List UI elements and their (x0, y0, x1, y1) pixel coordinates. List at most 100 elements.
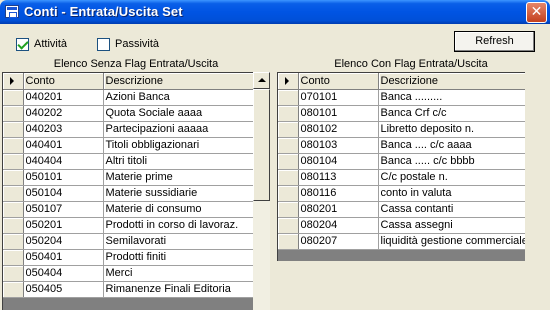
row-selector[interactable] (3, 153, 24, 170)
conto-cell[interactable]: 050107 (23, 201, 104, 218)
table-row[interactable]: 080207 liquidità gestione commerciale (278, 233, 525, 250)
attivita-checkbox[interactable]: Attività (16, 37, 67, 51)
conto-cell[interactable]: 050104 (23, 185, 104, 202)
table-row[interactable]: 050401 Prodotti finiti (3, 249, 253, 266)
conto-cell[interactable]: 050204 (23, 233, 104, 250)
conto-cell[interactable]: 040203 (23, 121, 104, 138)
descrizione-cell[interactable]: Azioni Banca (103, 89, 253, 106)
conto-cell[interactable]: 050101 (23, 169, 104, 186)
conto-cell[interactable]: 080101 (298, 105, 379, 122)
descrizione-cell[interactable]: Titoli obbligazionari (103, 137, 253, 154)
table-row[interactable]: 050107 Materie di consumo (3, 201, 253, 218)
descrizione-cell[interactable]: Materie di consumo (103, 201, 253, 218)
table-row[interactable]: 080104 Banca ..... c/c bbbb (278, 153, 525, 170)
left-grid[interactable]: Conto Descrizione 040201 Azioni Banca 0402… (2, 72, 253, 310)
table-row[interactable]: 080113 C/c postale n. (278, 169, 525, 186)
descrizione-cell[interactable]: Quota Sociale aaaa (103, 105, 253, 122)
descrizione-cell[interactable]: Libretto deposito n. (378, 121, 525, 138)
conto-cell[interactable]: 080116 (298, 185, 379, 202)
table-row[interactable]: 040401 Titoli obbligazionari (3, 137, 253, 154)
row-selector[interactable] (278, 121, 299, 138)
descrizione-cell[interactable]: Materie sussidiarie (103, 185, 253, 202)
attivita-checkbox-box[interactable] (16, 37, 29, 51)
conto-cell[interactable]: 070101 (298, 89, 379, 106)
descrizione-cell[interactable]: Cassa contanti (378, 201, 525, 218)
close-button[interactable]: ✕ (526, 2, 547, 23)
descrizione-cell[interactable]: Altri titoli (103, 153, 253, 170)
conto-cell[interactable]: 080207 (298, 233, 379, 250)
right-grid[interactable]: Conto Descrizione 070101 Banca ......... 0… (277, 72, 525, 261)
descrizione-cell[interactable]: C/c postale n. (378, 169, 525, 186)
descrizione-cell[interactable]: Banca ......... (378, 89, 525, 106)
row-selector[interactable] (3, 137, 24, 154)
row-selector[interactable] (3, 217, 24, 234)
row-selector[interactable] (278, 217, 299, 234)
conto-cell[interactable]: 080103 (298, 137, 379, 154)
row-selector[interactable] (278, 233, 299, 250)
row-selector[interactable] (3, 169, 24, 186)
descrizione-cell[interactable]: liquidità gestione commerciale (378, 233, 525, 250)
table-row[interactable]: 050404 Merci (3, 265, 253, 282)
column-header-descrizione[interactable]: Descrizione (378, 73, 525, 90)
descrizione-cell[interactable]: Semilavorati (103, 233, 253, 250)
conto-cell[interactable]: 050405 (23, 281, 104, 298)
table-row[interactable]: 080201 Cassa contanti (278, 201, 525, 218)
row-selector[interactable] (3, 249, 24, 266)
conto-cell[interactable]: 080204 (298, 217, 379, 234)
title-bar[interactable]: Conti - Entrata/Uscita Set ✕ (0, 0, 550, 24)
descrizione-cell[interactable]: Partecipazioni aaaaa (103, 121, 253, 138)
row-selector[interactable] (3, 121, 24, 138)
passivita-checkbox[interactable]: Passività (97, 37, 159, 51)
conto-cell[interactable]: 050404 (23, 265, 104, 282)
row-selector[interactable] (3, 281, 24, 298)
column-header-conto[interactable]: Conto (298, 73, 379, 90)
conto-cell[interactable]: 040202 (23, 105, 104, 122)
table-row[interactable]: 050101 Materie prime (3, 169, 253, 186)
scroll-thumb[interactable] (253, 89, 270, 201)
descrizione-cell[interactable]: Merci (103, 265, 253, 282)
descrizione-cell[interactable]: Banca Crf c/c (378, 105, 525, 122)
table-row[interactable]: 070101 Banca ......... (278, 89, 525, 106)
conto-cell[interactable]: 080201 (298, 201, 379, 218)
descrizione-cell[interactable]: Banca ..... c/c bbbb (378, 153, 525, 170)
scroll-up-arrow-icon[interactable] (253, 72, 270, 89)
row-selector[interactable] (278, 153, 299, 170)
table-row[interactable]: 050204 Semilavorati (3, 233, 253, 250)
row-selector[interactable] (278, 105, 299, 122)
table-row[interactable]: 050104 Materie sussidiarie (3, 185, 253, 202)
conto-cell[interactable]: 040401 (23, 137, 104, 154)
table-row[interactable]: 080103 Banca .... c/c aaaa (278, 137, 525, 154)
row-selector[interactable] (278, 185, 299, 202)
descrizione-cell[interactable]: Cassa assegni (378, 217, 525, 234)
table-row[interactable]: 040203 Partecipazioni aaaaa (3, 121, 253, 138)
column-header-conto[interactable]: Conto (23, 73, 104, 90)
row-selector[interactable] (3, 265, 24, 282)
descrizione-cell[interactable]: Banca .... c/c aaaa (378, 137, 525, 154)
table-row[interactable]: 040202 Quota Sociale aaaa (3, 105, 253, 122)
conto-cell[interactable]: 080113 (298, 169, 379, 186)
table-row[interactable]: 080102 Libretto deposito n. (278, 121, 525, 138)
row-selector[interactable] (3, 185, 24, 202)
table-row[interactable]: 080204 Cassa assegni (278, 217, 525, 234)
row-selector[interactable] (3, 105, 24, 122)
refresh-button[interactable]: Refresh (454, 31, 535, 52)
descrizione-cell[interactable]: Prodotti finiti (103, 249, 253, 266)
row-selector[interactable] (3, 201, 24, 218)
conto-cell[interactable]: 040201 (23, 89, 104, 106)
table-row[interactable]: 080116 conto in valuta (278, 185, 525, 202)
passivita-checkbox-box[interactable] (97, 37, 110, 51)
column-header-descrizione[interactable]: Descrizione (103, 73, 253, 90)
row-selector[interactable] (3, 89, 24, 106)
row-selector[interactable] (278, 201, 299, 218)
conto-cell[interactable]: 050201 (23, 217, 104, 234)
row-selector[interactable] (3, 233, 24, 250)
descrizione-cell[interactable]: Rimanenze Finali Editoria (103, 281, 253, 298)
descrizione-cell[interactable]: Prodotti in corso di lavoraz. (103, 217, 253, 234)
left-grid-scrollbar[interactable] (253, 72, 270, 310)
row-selector[interactable] (278, 89, 299, 106)
conto-cell[interactable]: 080102 (298, 121, 379, 138)
conto-cell[interactable]: 050401 (23, 249, 104, 266)
table-row[interactable]: 040404 Altri titoli (3, 153, 253, 170)
conto-cell[interactable]: 080104 (298, 153, 379, 170)
table-row[interactable]: 050201 Prodotti in corso di lavoraz. (3, 217, 253, 234)
